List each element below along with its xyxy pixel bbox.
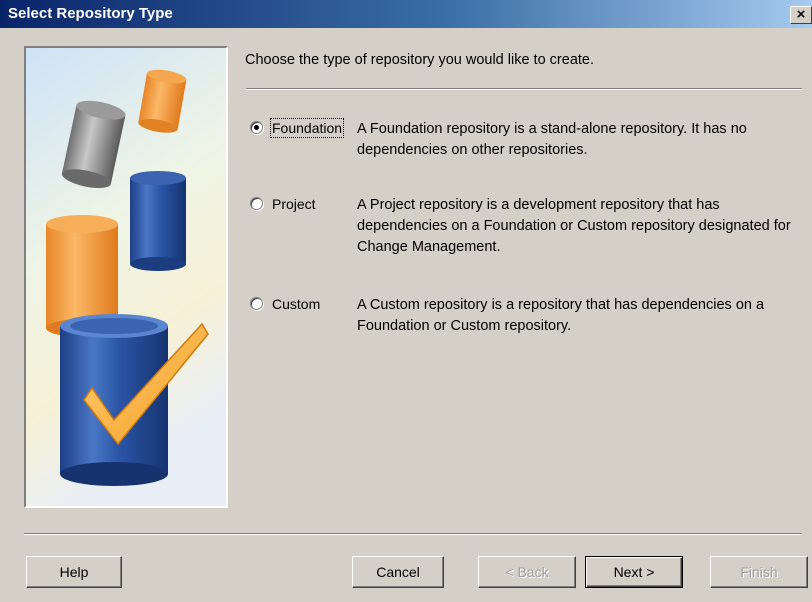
back-button[interactable]: < Back	[478, 556, 576, 588]
close-button[interactable]: ×	[790, 6, 812, 24]
option-label[interactable]: Foundation	[269, 118, 345, 138]
finish-button[interactable]: Finish	[710, 556, 808, 588]
option-description: A Foundation repository is a stand-alone…	[357, 121, 747, 158]
option-label[interactable]: Project	[272, 195, 316, 213]
divider-bottom	[24, 533, 802, 535]
window-title: Select Repository Type	[8, 5, 173, 22]
cancel-button[interactable]: Cancel	[352, 556, 444, 588]
foundation-radio[interactable]	[250, 121, 263, 134]
custom-radio[interactable]	[250, 297, 263, 310]
select-repository-type-dialog: Select Repository Type × Choose the type…	[0, 0, 812, 602]
divider-top	[246, 88, 802, 90]
help-button[interactable]: Help	[26, 556, 122, 588]
option-description: A Custom repository is a repository that…	[357, 297, 765, 334]
option-description: A Project repository is a development re…	[357, 197, 791, 255]
instruction-text: Choose the type of repository you would …	[245, 52, 594, 68]
wizard-illustration	[24, 46, 228, 508]
repository-illustration	[26, 48, 226, 506]
next-button[interactable]: Next >	[585, 556, 683, 588]
option-label[interactable]: Custom	[272, 295, 320, 313]
project-radio[interactable]	[250, 197, 263, 210]
blue-cylinder-icon	[130, 171, 186, 271]
title-bar[interactable]: Select Repository Type ×	[0, 0, 812, 28]
